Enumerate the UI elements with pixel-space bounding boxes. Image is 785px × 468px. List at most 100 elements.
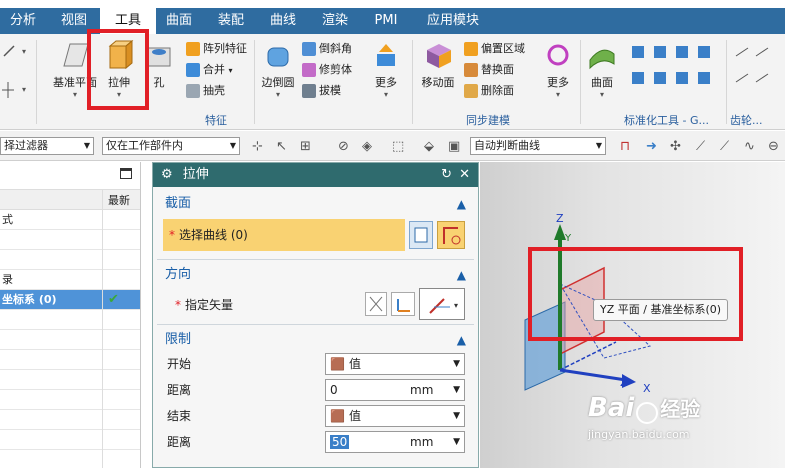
start-distance-input[interactable]: 0 mm ▼ <box>325 379 465 401</box>
navigator-row[interactable] <box>0 370 140 390</box>
snap-point-icon[interactable]: ✣ <box>670 139 681 154</box>
navigator-row[interactable] <box>0 310 140 330</box>
reverse-direction-icon[interactable] <box>365 292 387 316</box>
chamfer-button[interactable]: 倒斜角 <box>302 40 352 58</box>
scope-select[interactable]: 仅在工作部件内 ▼ <box>102 137 240 155</box>
navigator-row[interactable] <box>0 250 140 270</box>
move-face-button[interactable]: 移动面 <box>416 40 460 90</box>
edge-blend-button[interactable]: 边倒圆 ▾ <box>258 40 298 99</box>
select-icon[interactable]: ↖ <box>276 139 287 154</box>
standard-tools-icons[interactable] <box>630 42 720 102</box>
gear-icon[interactable]: ⚙ <box>161 167 173 182</box>
select-curve-field[interactable]: * 选择曲线 (0) <box>163 219 405 251</box>
pattern-feature-button[interactable]: 阵列特征 <box>186 40 247 58</box>
navigator-row-selected[interactable]: 坐标系 (0) ✔ <box>0 290 140 310</box>
svg-text:▾: ▾ <box>22 47 26 56</box>
end-row: 结束 🟫 值 ▼ <box>153 403 478 429</box>
specify-vector-row: * 指定矢量 ▾ <box>153 286 478 324</box>
trim-body-button[interactable]: 修剪体 <box>302 61 352 79</box>
deselect-icon[interactable]: ⊘ <box>338 139 349 154</box>
tangent-icon[interactable]: ⊖ <box>768 139 779 154</box>
navigator-row[interactable]: 录 <box>0 270 140 290</box>
limits-header[interactable]: 限制 ▲ <box>153 329 478 351</box>
curve-rule-select[interactable]: 自动判断曲线 ▼ <box>470 137 606 155</box>
tab-render[interactable]: 渲染 <box>314 8 356 34</box>
gear-tools-icons[interactable] <box>732 44 782 100</box>
box-select-icon[interactable]: ⬚ <box>392 139 404 154</box>
select-curve-row[interactable]: * 选择曲线 (0) <box>163 219 478 253</box>
chevron-down-icon: ▼ <box>453 411 460 421</box>
midpoint-icon[interactable]: ⟋ <box>720 139 729 154</box>
navigator-row[interactable] <box>0 330 140 350</box>
tab-curve[interactable]: 曲线 <box>262 8 304 34</box>
face-icon[interactable]: ▣ <box>448 139 460 154</box>
navigator-row[interactable] <box>0 410 140 430</box>
csys-highlight-box <box>528 247 743 341</box>
unite-button[interactable]: 合并 ▾ <box>186 61 233 79</box>
vector-type-select[interactable]: ▾ <box>419 288 465 320</box>
extrude-dialog: ⚙ 拉伸 ↻ ✕ 截面 ▲ * 选择曲线 (0) 方向 ▲ * 指定矢量 ▾ 限制 ▲ 开… <box>152 162 479 468</box>
standard-tools-label: 标准化工具 - G... <box>624 114 709 127</box>
direction-title: 方向 <box>165 267 192 282</box>
shell-button[interactable]: 抽壳 <box>186 82 225 100</box>
endpoint-icon[interactable]: ⟋ <box>696 139 705 154</box>
svg-text:▾: ▾ <box>22 85 26 94</box>
curve-point-icon[interactable]: ∿ <box>744 139 755 154</box>
select-plus-icon[interactable]: ⊞ <box>300 139 311 154</box>
start-distance-value: 0 <box>330 383 338 397</box>
dialog-title: 拉伸 <box>182 167 209 182</box>
draft-button[interactable]: 拔模 <box>302 82 341 100</box>
surface-button[interactable]: 曲面 ▾ <box>584 40 620 99</box>
navigator-row[interactable] <box>0 350 140 370</box>
unit-label: mm <box>410 435 434 449</box>
dialog-title-bar: ⚙ 拉伸 ↻ ✕ <box>153 163 478 187</box>
end-distance-input[interactable]: 50 mm ▼ <box>325 431 465 453</box>
sync-more-icon <box>543 40 573 70</box>
tab-pmi[interactable]: PMI <box>364 8 408 34</box>
selection-bar: 择过滤器 ▼ 仅在工作部件内 ▼ ⊹ ↖ ⊞ ⊘ ◈ ⬚ ⬙ ▣ 自动判断曲线 ▼ ⊓… <box>0 131 785 161</box>
curve-icon[interactable] <box>437 221 465 249</box>
start-type-select[interactable]: 🟫 值 ▼ <box>325 353 465 375</box>
reset-icon[interactable]: ↻ <box>441 163 452 187</box>
navigator-row[interactable]: 式 <box>0 210 140 230</box>
navigator-row[interactable] <box>0 230 140 250</box>
snap-icon[interactable]: ⊹ <box>252 139 263 154</box>
follow-fillet-icon[interactable]: ➜ <box>646 139 657 154</box>
delete-face-button[interactable]: 删除面 <box>464 82 514 100</box>
tab-application[interactable]: 应用模块 <box>418 8 488 34</box>
close-icon[interactable]: ✕ <box>459 163 470 187</box>
edge-more-button[interactable]: 更多 ▾ <box>368 40 404 99</box>
maximize-icon[interactable] <box>120 168 132 179</box>
sync-more-button[interactable]: 更多 ▾ <box>540 40 576 99</box>
replace-face-button[interactable]: 替换面 <box>464 61 514 79</box>
datum-plane-icon <box>60 40 90 70</box>
axis-z-label: Z <box>556 212 564 225</box>
draft-label: 拔模 <box>319 84 341 97</box>
sketch-section-icon[interactable] <box>409 221 433 249</box>
navigator-row[interactable] <box>0 390 140 410</box>
more-icon <box>371 40 401 70</box>
collapse-icon: ▲ <box>456 197 466 211</box>
edge-blend-icon <box>263 40 293 70</box>
sketch-tools[interactable]: ▾ ▾ <box>0 38 30 108</box>
offset-region-button[interactable]: 偏置区域 <box>464 40 525 58</box>
tooltip: YZ 平面 / 基准坐标系(0) <box>593 299 729 321</box>
direction-header[interactable]: 方向 ▲ <box>153 264 478 286</box>
tab-analysis[interactable]: 分析 <box>0 8 46 34</box>
hole-label: 孔 <box>153 76 165 89</box>
vector-dialog-icon[interactable] <box>391 292 415 316</box>
end-type-select[interactable]: 🟫 值 ▼ <box>325 405 465 427</box>
section-header[interactable]: 截面 ▲ <box>153 193 478 215</box>
watermark-brand: Bai <box>588 393 635 423</box>
navigator-row[interactable] <box>0 430 140 450</box>
unite-icon <box>186 63 200 77</box>
tab-surface[interactable]: 曲面 <box>158 8 200 34</box>
tab-assembly[interactable]: 装配 <box>208 8 254 34</box>
start-type-value: 值 <box>348 357 361 371</box>
intent-icon[interactable]: ◈ <box>362 139 372 154</box>
axis-z-label-lower: Z <box>620 376 628 389</box>
body-icon[interactable]: ⬙ <box>424 139 434 154</box>
selection-filter-select[interactable]: 择过滤器 ▼ <box>0 137 94 155</box>
stop-at-intersection-icon[interactable]: ⊓ <box>620 139 630 154</box>
extrude-highlight-box <box>87 29 149 110</box>
